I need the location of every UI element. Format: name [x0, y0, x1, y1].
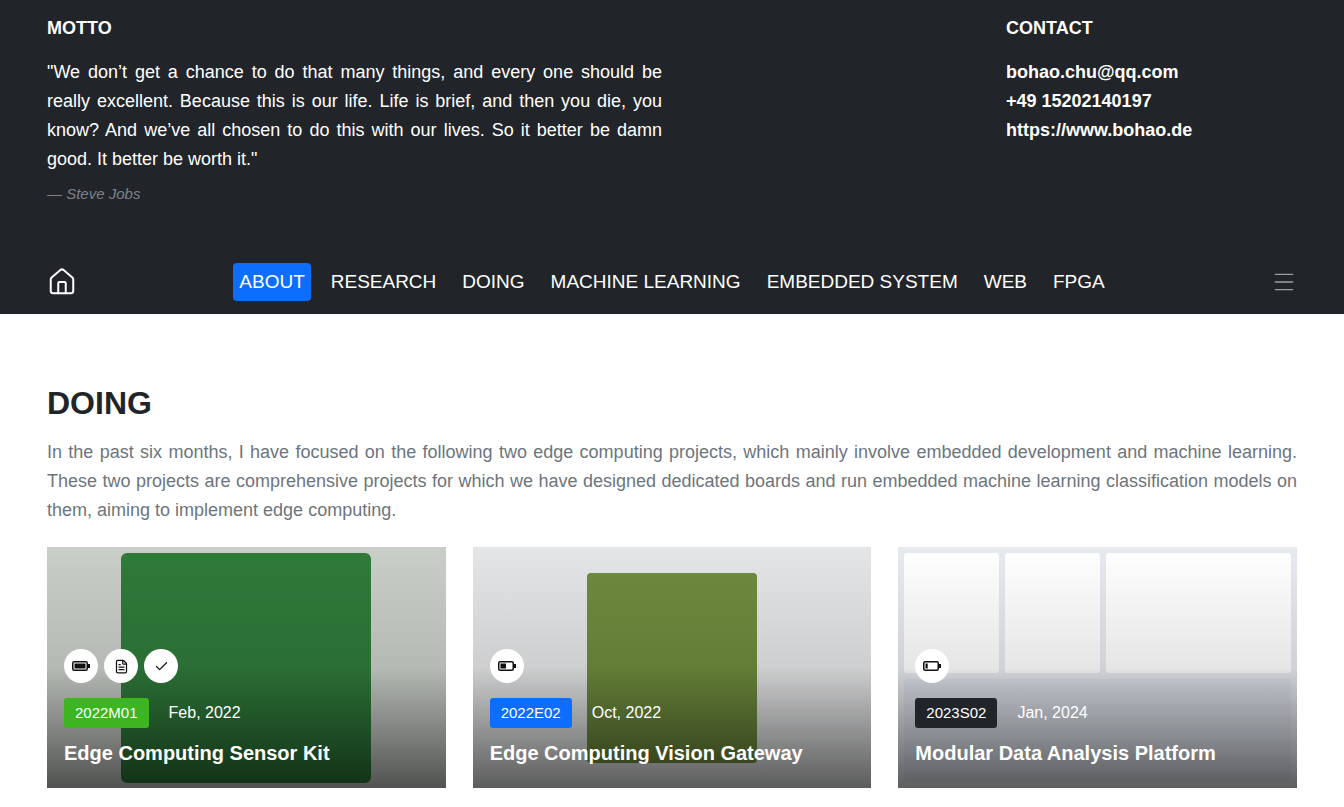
card-title: Edge Computing Vision Gateway — [490, 740, 860, 766]
battery-icon — [72, 661, 90, 671]
header-top: MOTTO "We don’t get a chance to do that m… — [47, 0, 1297, 250]
card-content: 2023S02 Jan, 2024 Modular Data Analysis Pl… — [915, 649, 1285, 766]
card-meta: 2023S02 Jan, 2024 — [915, 698, 1285, 728]
nav-item[interactable]: ABOUT — [233, 263, 310, 301]
card-icons — [915, 649, 1285, 683]
card-icons — [490, 649, 860, 683]
home-icon[interactable] — [47, 267, 77, 297]
battery-status[interactable] — [64, 649, 98, 683]
card-date: Feb, 2022 — [169, 701, 241, 725]
project-card[interactable]: 2022M01 Feb, 2022 Edge Computing Sensor Ki… — [47, 547, 446, 788]
battery-icon — [923, 661, 941, 671]
contact-heading: CONTACT — [1006, 17, 1297, 39]
doing-section: DOING In the past six months, I have focu… — [0, 314, 1344, 788]
pdf-button[interactable] — [104, 649, 138, 683]
battery-icon — [498, 661, 516, 671]
contact-link[interactable]: https://www.bohao.de — [1006, 116, 1297, 145]
nav-right — [1111, 269, 1297, 295]
nav-menu: ABOUT RESEARCH DOING MACHINE LEARNING EMBEDD… — [233, 263, 1110, 301]
card-title: Edge Computing Sensor Kit — [64, 740, 434, 766]
project-card[interactable]: 2022E02 Oct, 2022 Edge Computing Vision Ga… — [473, 547, 872, 788]
card-content: 2022E02 Oct, 2022 Edge Computing Vision Ga… — [490, 649, 860, 766]
card-icons — [64, 649, 434, 683]
card-meta: 2022M01 Feb, 2022 — [64, 698, 434, 728]
motto-author: — Steve Jobs — [47, 183, 662, 206]
project-card[interactable]: 2023S02 Jan, 2024 Modular Data Analysis Pl… — [898, 547, 1297, 788]
section-description: In the past six months, I have focused o… — [47, 438, 1297, 525]
nav-bar: ABOUT RESEARCH DOING MACHINE LEARNING EMBEDD… — [47, 250, 1297, 314]
section-heading: DOING — [47, 384, 1297, 422]
battery-status[interactable] — [915, 649, 949, 683]
motto-quote: "We don’t get a chance to do that many t… — [47, 58, 662, 174]
nav-item[interactable]: EMBEDDED SYSTEM — [761, 263, 964, 301]
card-title: Modular Data Analysis Platform — [915, 740, 1285, 766]
pdf-icon — [114, 659, 129, 674]
battery-status[interactable] — [490, 649, 524, 683]
card-date: Oct, 2022 — [592, 701, 661, 725]
nav-item[interactable]: DOING — [456, 263, 530, 301]
card-meta: 2022E02 Oct, 2022 — [490, 698, 860, 728]
page: MOTTO "We don’t get a chance to do that m… — [0, 0, 1344, 807]
nav-item[interactable]: MACHINE LEARNING — [545, 263, 747, 301]
card-badge: 2022E02 — [490, 698, 572, 728]
nav-item[interactable]: WEB — [978, 263, 1033, 301]
card-badge: 2023S02 — [915, 698, 997, 728]
done-status[interactable] — [144, 649, 178, 683]
contact-link[interactable]: +49 15202140197 — [1006, 87, 1297, 116]
nav-item[interactable]: RESEARCH — [325, 263, 443, 301]
card-date: Jan, 2024 — [1017, 701, 1087, 725]
nav-item[interactable]: FPGA — [1047, 263, 1111, 301]
motto-heading: MOTTO — [47, 17, 662, 39]
contact-lines: bohao.chu@qq.com+49 15202140197https://w… — [1006, 58, 1297, 145]
check-icon — [154, 659, 169, 674]
card-content: 2022M01 Feb, 2022 Edge Computing Sensor Ki… — [64, 649, 434, 766]
motto-block: MOTTO "We don’t get a chance to do that m… — [47, 17, 662, 250]
card-badge: 2022M01 — [64, 698, 149, 728]
contact-link[interactable]: bohao.chu@qq.com — [1006, 58, 1297, 87]
header: MOTTO "We don’t get a chance to do that m… — [0, 0, 1344, 314]
menu-icon[interactable] — [1271, 269, 1297, 295]
nav-left — [47, 267, 233, 297]
contact-block: CONTACT bohao.chu@qq.com+49 15202140197ht… — [1006, 17, 1297, 250]
card-grid: 2022M01 Feb, 2022 Edge Computing Sensor Ki… — [47, 547, 1297, 788]
